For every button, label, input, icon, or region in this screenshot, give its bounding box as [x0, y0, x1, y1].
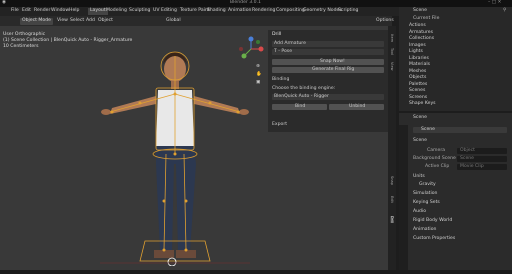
unbind-label: Unbind: [349, 104, 366, 109]
menu-select[interactable]: Select: [70, 18, 84, 24]
binding-label: Choose the binding engine:: [272, 86, 336, 91]
snap-now-label: Snap Now!: [320, 59, 345, 64]
camera-label: Camera: [427, 148, 446, 153]
tab-compositing[interactable]: Compositing: [276, 8, 305, 14]
sidebar-tab-edit[interactable]: Edit: [390, 196, 394, 203]
orientation-selector[interactable]: Global: [166, 18, 181, 24]
viewport-header: Object Mode View Select Add Object Globa…: [0, 16, 394, 26]
binding-section-title[interactable]: Binding: [272, 77, 289, 83]
list-item[interactable]: Palettes: [409, 82, 427, 88]
view-name: User Orthographic: [3, 32, 46, 37]
generate-final-rig-button[interactable]: Generate Final Rig: [272, 67, 384, 73]
section-simulation[interactable]: Simulation: [413, 191, 437, 197]
tab-modeling[interactable]: Modeling: [106, 8, 127, 14]
sidebar-tab-view[interactable]: View: [390, 62, 394, 71]
active-clip-field[interactable]: Movie Clip: [457, 164, 507, 170]
outliner-header: Scene: [413, 8, 428, 13]
list-item[interactable]: Libraries: [409, 56, 429, 62]
background-scene-label: Background Scene: [413, 156, 456, 161]
tab-texture-paint[interactable]: Texture Paint: [180, 8, 210, 14]
mode-selector[interactable]: Object Mode: [20, 18, 53, 25]
sidebar-tab-item[interactable]: Item: [390, 34, 394, 42]
list-item[interactable]: Shape Keys: [409, 101, 436, 107]
auto-rigger-panel: Drill Add Armature T - Pose Snap Now! Ge…: [268, 30, 388, 132]
menu-render[interactable]: Render: [34, 8, 50, 14]
list-item[interactable]: Actions: [409, 23, 426, 29]
list-item[interactable]: Screens: [409, 95, 427, 101]
pose-label: T - Pose: [274, 49, 293, 54]
scale-info: 10 Centimeters: [3, 44, 39, 49]
menu-file[interactable]: File: [11, 8, 19, 14]
sidebar-tab-snap[interactable]: Snap: [390, 176, 394, 185]
menu-add[interactable]: Add: [86, 18, 95, 24]
pose-dropdown[interactable]: T - Pose: [272, 49, 384, 55]
filter-icon[interactable]: ⚲: [503, 8, 506, 14]
outliner: Scene ⚲ Current File Actions Armatures C…: [399, 7, 512, 111]
camera-value: Object: [460, 148, 475, 153]
list-item[interactable]: Materials: [409, 62, 430, 68]
tab-geometry-nodes[interactable]: Geometry Nodes: [303, 8, 342, 14]
active-clip-label: Active Clip: [425, 164, 450, 169]
tab-rendering[interactable]: Rendering: [252, 8, 275, 14]
bind-label: Bind: [295, 104, 306, 109]
tab-scripting[interactable]: Scripting: [338, 8, 358, 14]
unbind-button[interactable]: Unbind: [329, 104, 384, 110]
sidebar-tabs: Item Tool View Snap Edit Drill: [388, 26, 396, 270]
tab-uv-editing[interactable]: UV Editing: [153, 8, 177, 14]
active-clip-value: Movie Clip: [460, 164, 484, 169]
tab-animation[interactable]: Animation: [228, 8, 251, 14]
section-scene[interactable]: Scene: [413, 138, 427, 144]
sidebar-tab-tool[interactable]: Tool: [390, 48, 394, 55]
section-rigid-body-world[interactable]: Rigid Body World: [413, 218, 452, 224]
scene-name-field[interactable]: Scene: [413, 127, 507, 133]
options-button[interactable]: Options: [376, 18, 394, 24]
section-units[interactable]: Units: [413, 174, 425, 180]
status-bar: [0, 270, 512, 274]
scene-name-label: Scene: [421, 127, 436, 132]
section-custom-properties[interactable]: Custom Properties: [413, 236, 455, 242]
outliner-filter[interactable]: Current File: [413, 16, 439, 22]
tab-layout[interactable]: Layout: [88, 8, 108, 15]
section-audio[interactable]: Audio: [413, 209, 426, 215]
section-keying-sets[interactable]: Keying Sets: [413, 200, 440, 206]
menu-object[interactable]: Object: [98, 18, 113, 24]
properties-tabs[interactable]: [399, 125, 408, 270]
sidebar-tab-drill[interactable]: Drill: [390, 216, 394, 224]
properties-editor: Scene Scene Scene Camera Object Backgrou…: [399, 113, 512, 270]
list-item[interactable]: Objects: [409, 75, 426, 81]
tab-shading[interactable]: Shading: [207, 8, 226, 14]
background-scene-value: Scene: [460, 156, 475, 161]
tab-sculpting[interactable]: Sculpting: [129, 8, 150, 14]
section-animation[interactable]: Animation: [413, 227, 436, 233]
generate-label: Generate Final Rig: [312, 67, 355, 72]
add-armature-label: Add Armature: [274, 41, 306, 46]
menu-view[interactable]: View: [57, 18, 68, 24]
menu-help[interactable]: Help: [69, 8, 79, 14]
list-item[interactable]: Collections: [409, 36, 434, 42]
snap-now-button[interactable]: Snap Now!: [272, 59, 384, 65]
list-item[interactable]: Lights: [409, 49, 423, 55]
list-item[interactable]: Armatures: [409, 30, 433, 36]
list-item[interactable]: Scenes: [409, 88, 425, 94]
window-controls[interactable]: – □ ✕: [488, 0, 501, 6]
list-item[interactable]: Images: [409, 43, 426, 49]
camera-field[interactable]: Object: [457, 148, 507, 154]
properties-header: Scene: [413, 115, 428, 120]
menu-window[interactable]: Window: [51, 8, 69, 14]
binding-engine-label: BlenQuick Auto - Rigger: [274, 94, 329, 99]
section-gravity[interactable]: Gravity: [419, 182, 436, 188]
character-model[interactable]: [90, 36, 260, 266]
panel-header: Drill: [272, 32, 282, 37]
3d-viewport[interactable]: User Orthographic (1) Scene Collection |…: [0, 26, 392, 270]
window-title: Blender 3.0.1: [230, 0, 261, 5]
list-item[interactable]: Meshes: [409, 69, 426, 75]
blender-logo-icon: ◉: [2, 0, 7, 5]
title-bar: ◉ Blender 3.0.1 – □ ✕: [0, 0, 512, 7]
bind-button[interactable]: Bind: [272, 104, 327, 110]
export-section-title[interactable]: Export: [272, 122, 287, 128]
add-armature-dropdown[interactable]: Add Armature: [272, 41, 384, 47]
menu-edit[interactable]: Edit: [22, 8, 31, 14]
background-scene-field[interactable]: Scene: [457, 156, 507, 162]
binding-engine-dropdown[interactable]: BlenQuick Auto - Rigger: [272, 94, 384, 100]
